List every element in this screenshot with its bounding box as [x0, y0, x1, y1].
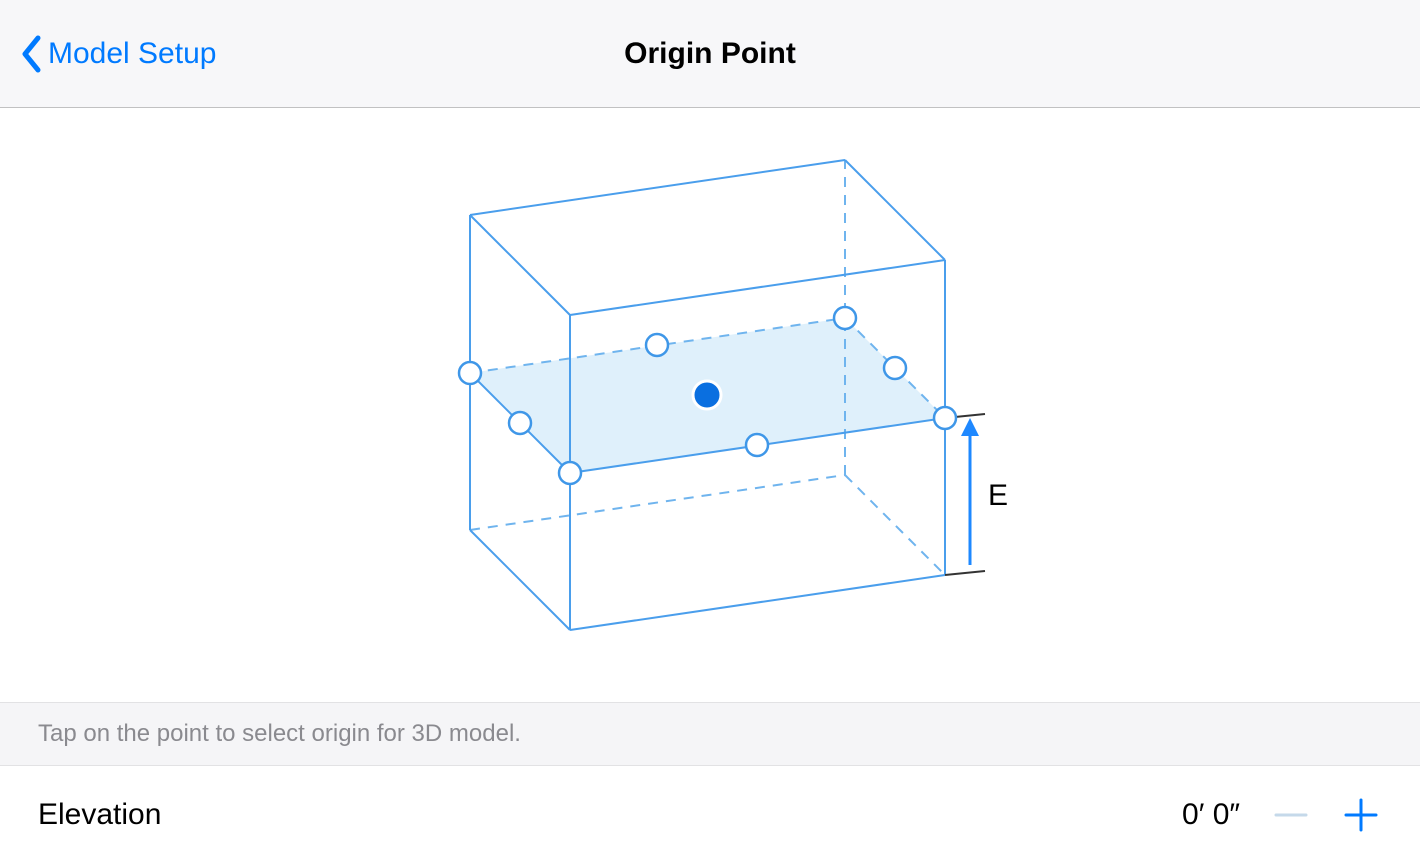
back-label: Model Setup	[48, 37, 216, 71]
origin-point-nw[interactable]	[459, 362, 481, 384]
elevation-increment-button[interactable]	[1340, 794, 1382, 836]
origin-point-s[interactable]	[746, 434, 768, 456]
origin-point-n[interactable]	[646, 334, 668, 356]
elevation-decrement-button[interactable]	[1270, 794, 1312, 836]
elevation-label: Elevation	[38, 798, 161, 832]
minus-icon	[1270, 794, 1312, 836]
diagram-canvas: E	[0, 108, 1420, 702]
elevation-value: 0′ 0″	[1182, 798, 1240, 832]
origin-point-se[interactable]	[934, 407, 956, 429]
elevation-row: Elevation 0′ 0″	[0, 766, 1420, 864]
origin-point-w[interactable]	[509, 412, 531, 434]
nav-bar: Model Setup Origin Point	[0, 0, 1420, 108]
back-button[interactable]: Model Setup	[20, 35, 216, 73]
chevron-left-icon	[20, 35, 42, 73]
elevation-marker-label: E	[988, 479, 1008, 512]
page-title: Origin Point	[624, 37, 796, 71]
hint-text: Tap on the point to select origin for 3D…	[38, 720, 521, 748]
origin-point-ne[interactable]	[834, 307, 856, 329]
origin-point-sw[interactable]	[559, 462, 581, 484]
origin-point-e[interactable]	[884, 357, 906, 379]
origin-point-center[interactable]	[693, 381, 721, 409]
hint-row: Tap on the point to select origin for 3D…	[0, 702, 1420, 766]
plus-icon	[1340, 794, 1382, 836]
origin-cube-diagram: E	[390, 125, 1030, 685]
elevation-marker: E	[945, 414, 1008, 575]
